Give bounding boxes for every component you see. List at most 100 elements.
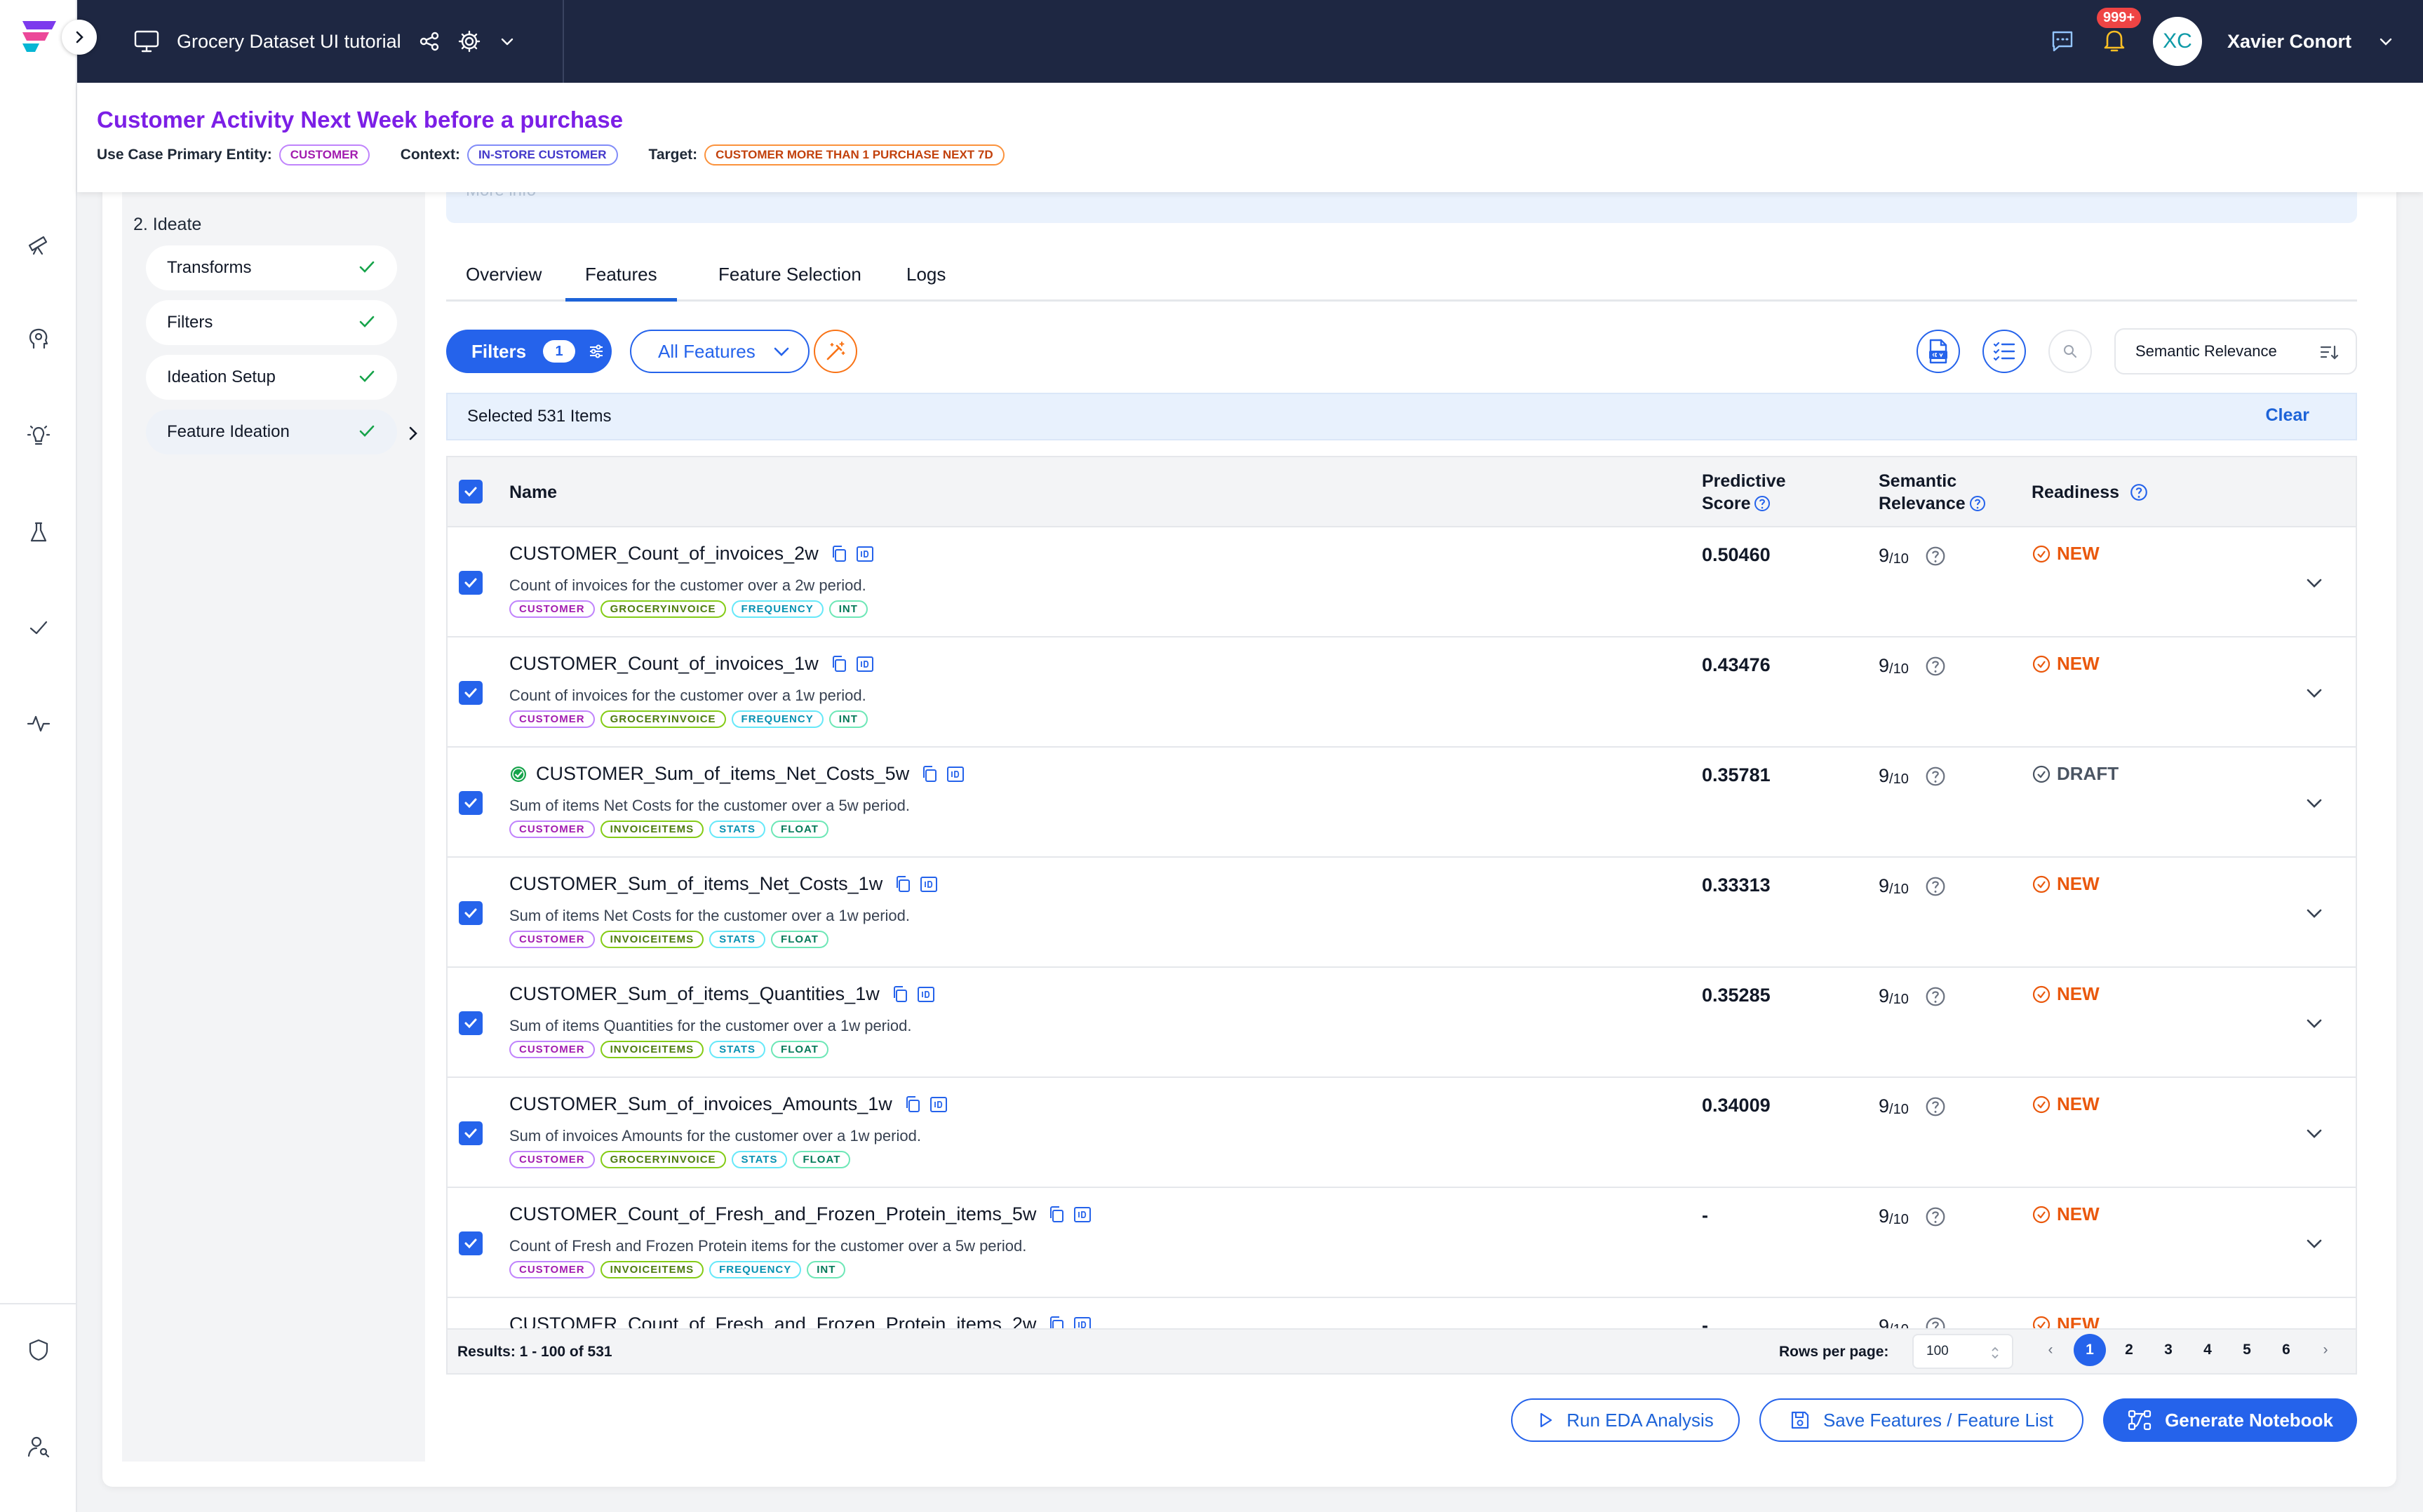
- table-row[interactable]: CUSTOMER_Count_of_invoices_2w Count of in…: [448, 527, 2356, 637]
- id-badge-icon[interactable]: [929, 1095, 948, 1114]
- chevron-down-icon[interactable]: [498, 32, 516, 50]
- id-badge-icon[interactable]: [946, 764, 965, 784]
- copy-icon[interactable]: [891, 985, 909, 1004]
- col-readiness[interactable]: Readiness: [2032, 481, 2149, 504]
- id-badge-icon[interactable]: [855, 654, 875, 674]
- select-all-checkbox[interactable]: [459, 480, 483, 504]
- row-checkbox[interactable]: [459, 571, 483, 595]
- step-filters[interactable]: Filters: [146, 300, 397, 345]
- nav-head[interactable]: [22, 323, 55, 355]
- feature-name[interactable]: CUSTOMER_Count_of_Fresh_and_Frozen_Prote…: [509, 1203, 1092, 1225]
- table-row[interactable]: CUSTOMER_Count_of_invoices_1w Count of in…: [448, 637, 2356, 748]
- page-button-6[interactable]: 6: [2270, 1334, 2302, 1366]
- row-checkbox[interactable]: [459, 681, 483, 705]
- table-row[interactable]: CUSTOMER_Sum_of_items_Quantities_1w Sum o…: [448, 968, 2356, 1078]
- tab-features[interactable]: Features: [565, 264, 677, 302]
- help-icon[interactable]: [1753, 494, 1771, 513]
- expand-row-chevron-icon[interactable]: [2302, 792, 2326, 814]
- nav-approve[interactable]: [22, 612, 55, 644]
- copy-icon[interactable]: [1047, 1205, 1066, 1224]
- help-icon[interactable]: [1924, 655, 1947, 677]
- step-feature-ideation[interactable]: Feature Ideation: [146, 410, 397, 454]
- run-eda-button[interactable]: Run EDA Analysis: [1511, 1398, 1740, 1442]
- step-transforms[interactable]: Transforms: [146, 245, 397, 290]
- row-checkbox[interactable]: [459, 1011, 483, 1035]
- target-badge[interactable]: CUSTOMER MORE THAN 1 PURCHASE NEXT 7D: [704, 144, 1005, 166]
- readiness-status[interactable]: NEW: [2032, 1093, 2100, 1115]
- page-button-4[interactable]: 4: [2192, 1334, 2224, 1366]
- help-icon[interactable]: [1924, 765, 1947, 788]
- app-logo[interactable]: [17, 15, 62, 60]
- help-icon[interactable]: [1924, 985, 1947, 1008]
- expand-row-chevron-icon[interactable]: [2302, 1123, 2326, 1144]
- generate-notebook-button[interactable]: Generate Notebook: [2103, 1398, 2357, 1442]
- help-icon[interactable]: [1924, 875, 1947, 898]
- nav-telescope[interactable]: [22, 227, 55, 259]
- copy-icon[interactable]: [830, 654, 848, 674]
- help-icon[interactable]: [1924, 1206, 1947, 1228]
- readiness-status[interactable]: NEW: [2032, 543, 2100, 565]
- row-checkbox[interactable]: [459, 1121, 483, 1145]
- copy-icon[interactable]: [920, 764, 939, 784]
- readiness-status[interactable]: NEW: [2032, 1314, 2100, 1328]
- select-list-button[interactable]: [1982, 330, 2026, 373]
- nav-security[interactable]: [22, 1334, 55, 1366]
- primary-entity-badge[interactable]: CUSTOMER: [278, 144, 370, 166]
- chevron-left-icon[interactable]: ‹: [2034, 1334, 2067, 1366]
- expand-row-chevron-icon[interactable]: [2302, 903, 2326, 924]
- row-checkbox[interactable]: [459, 901, 483, 925]
- readiness-status[interactable]: DRAFT: [2032, 763, 2119, 785]
- row-checkbox[interactable]: [459, 791, 483, 815]
- id-badge-icon[interactable]: [919, 875, 939, 894]
- help-icon[interactable]: [1924, 1095, 1947, 1118]
- readiness-status[interactable]: NEW: [2032, 1203, 2100, 1225]
- table-row[interactable]: CUSTOMER_Count_of_Fresh_and_Frozen_Prote…: [448, 1188, 2356, 1298]
- help-icon[interactable]: [1924, 545, 1947, 567]
- nav-user-search[interactable]: [22, 1431, 55, 1463]
- id-badge-icon[interactable]: [916, 985, 936, 1004]
- table-row[interactable]: CUSTOMER_Sum_of_items_Net_Costs_5w Sum of…: [448, 748, 2356, 858]
- notifications[interactable]: 999+: [2096, 7, 2142, 58]
- id-badge-icon[interactable]: [1073, 1315, 1092, 1330]
- user-menu-chevron-icon[interactable]: [2377, 32, 2395, 50]
- table-row[interactable]: CUSTOMER_Sum_of_invoices_Amounts_1w Sum o…: [448, 1078, 2356, 1188]
- help-icon[interactable]: [2129, 482, 2149, 502]
- expand-row-chevron-icon[interactable]: [2302, 1233, 2326, 1254]
- user-name[interactable]: Xavier Conort: [2227, 31, 2351, 53]
- sort-select[interactable]: Semantic Relevance: [2114, 328, 2357, 374]
- tab-overview[interactable]: Overview: [446, 264, 561, 302]
- copy-icon[interactable]: [830, 544, 848, 564]
- gear-icon[interactable]: [457, 29, 481, 53]
- feature-name[interactable]: CUSTOMER_Sum_of_items_Net_Costs_1w: [509, 873, 939, 895]
- project-selector[interactable]: Grocery Dataset UI tutorial: [133, 0, 516, 83]
- search-button[interactable]: [2048, 330, 2092, 373]
- col-predictive-score[interactable]: Predictive Score: [1702, 470, 1786, 515]
- clear-selection-button[interactable]: Clear: [2265, 405, 2309, 426]
- download-csv-button[interactable]: [1917, 330, 1960, 373]
- table-row[interactable]: CUSTOMER_Sum_of_items_Net_Costs_1w Sum of…: [448, 858, 2356, 968]
- page-button-5[interactable]: 5: [2231, 1334, 2263, 1366]
- feature-name[interactable]: CUSTOMER_Count_of_Fresh_and_Frozen_Prote…: [509, 1314, 1092, 1330]
- page-button-2[interactable]: 2: [2113, 1334, 2145, 1366]
- nav-experiments[interactable]: [22, 516, 55, 548]
- col-semantic-relevance[interactable]: Semantic Relevance: [1879, 470, 1987, 515]
- readiness-status[interactable]: NEW: [2032, 653, 2100, 675]
- nav-monitor[interactable]: [22, 707, 55, 739]
- expand-row-chevron-icon[interactable]: [2302, 572, 2326, 593]
- expand-sidebar-button[interactable]: [62, 20, 97, 55]
- context-badge[interactable]: IN-STORE CUSTOMER: [467, 144, 618, 166]
- feature-name[interactable]: CUSTOMER_Sum_of_items_Quantities_1w: [509, 983, 936, 1005]
- save-features-button[interactable]: Save Features / Feature List: [1759, 1398, 2083, 1442]
- copy-icon[interactable]: [1047, 1315, 1066, 1330]
- share-icon[interactable]: [418, 30, 441, 53]
- feature-name[interactable]: CUSTOMER_Count_of_invoices_2w: [509, 543, 875, 565]
- chevron-right-icon[interactable]: ›: [2309, 1334, 2342, 1366]
- magic-wand-button[interactable]: [814, 330, 857, 373]
- rows-per-page-select[interactable]: 100: [1912, 1334, 2013, 1369]
- expand-row-chevron-icon[interactable]: [2302, 682, 2326, 703]
- step-ideation-setup[interactable]: Ideation Setup: [146, 355, 397, 400]
- feature-name[interactable]: CUSTOMER_Sum_of_items_Net_Costs_5w: [509, 763, 965, 785]
- filters-button[interactable]: Filters 1: [446, 330, 612, 373]
- copy-icon[interactable]: [894, 875, 912, 894]
- expand-row-chevron-icon[interactable]: [2302, 1013, 2326, 1034]
